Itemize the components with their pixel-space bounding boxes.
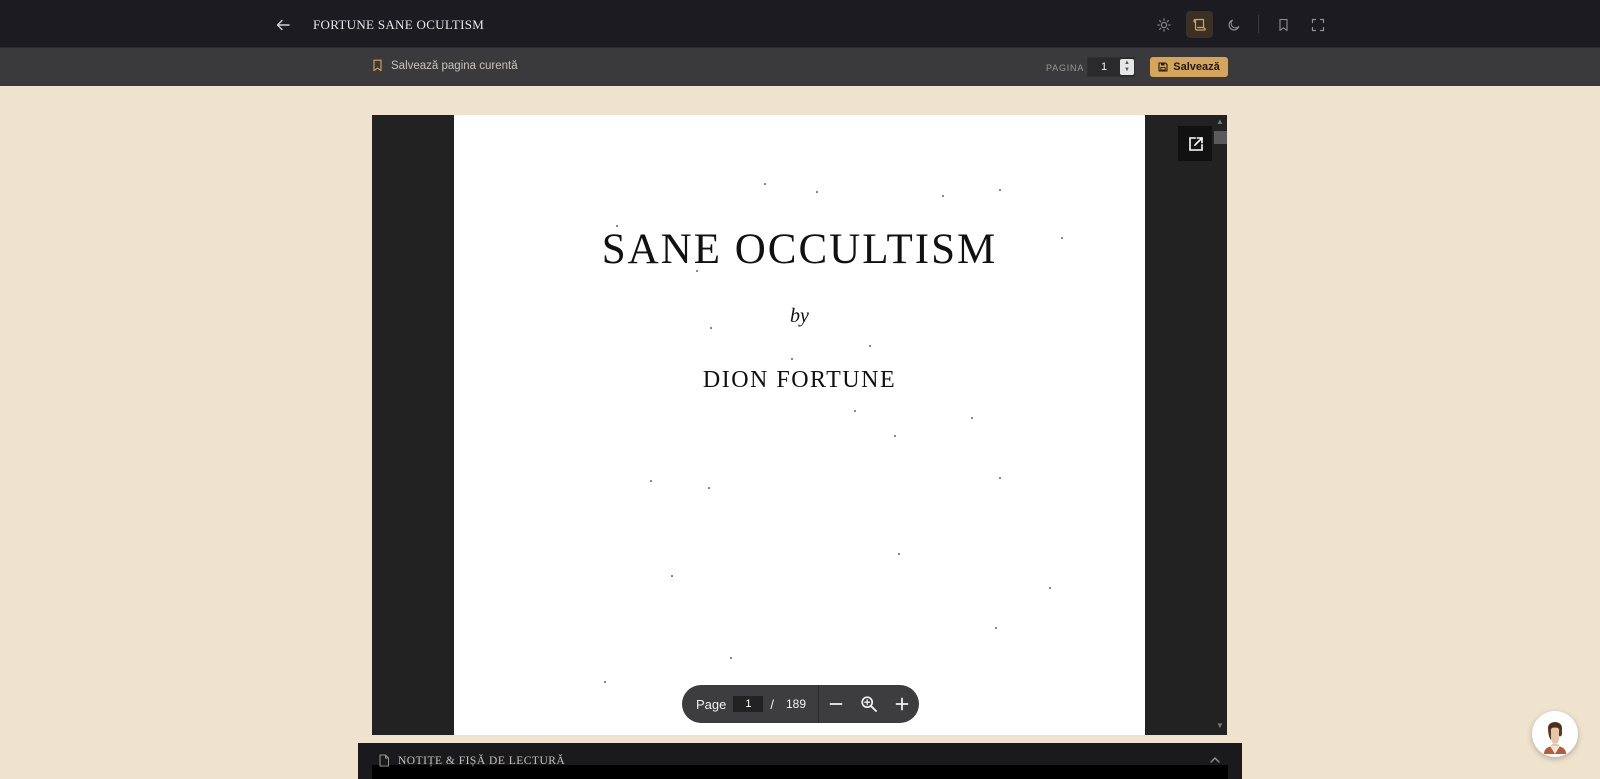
arrow-left-icon [276,19,290,31]
scan-speck [604,681,606,683]
scan-speck [894,435,896,437]
fullscreen-button[interactable] [1304,11,1331,38]
scroll-icon [1193,18,1206,31]
minus-icon [829,703,843,705]
zoom-in-button[interactable] [886,685,919,723]
external-link-icon [1188,136,1203,151]
zoom-out-button[interactable] [819,685,852,723]
top-bar: FORTUNE SANE OCULTISM [0,0,1600,48]
back-button[interactable] [272,14,294,36]
chevron-down-icon: ▼ [1124,67,1130,73]
fullscreen-icon [1311,18,1324,31]
assistant-avatar-button[interactable] [1532,711,1578,757]
page-number-input[interactable] [1088,58,1120,76]
avatar-portrait-icon [1544,722,1566,754]
scan-speck [898,553,900,555]
page-stepper[interactable]: ▲ ▼ [1120,59,1134,75]
zoom-fit-button[interactable] [852,685,885,723]
scan-speck [995,627,997,629]
scan-speck [730,657,732,659]
vertical-scrollbar[interactable]: ▲ ▼ [1212,115,1227,735]
page-number-field: ▲ ▼ [1087,57,1135,77]
bookmark-button[interactable] [1270,11,1297,38]
pdf-page-separator: / [770,696,774,712]
scan-speck [764,183,766,185]
open-in-new-window-button[interactable] [1178,126,1213,161]
toolbar-divider [1258,15,1259,33]
scan-speck [708,487,710,489]
chevron-up-icon[interactable] [1209,755,1221,765]
scan-speck [942,195,944,197]
notes-title: NOTIȚE & FIȘĂ DE LECTURĂ [398,754,566,767]
dark-theme-button[interactable] [1220,11,1247,38]
sun-icon [1156,17,1171,32]
save-button[interactable]: Salvează [1150,57,1228,77]
scan-speck [1061,237,1063,239]
save-current-page-button[interactable]: Salvează pagina curentă [372,59,518,72]
scan-speck [1049,587,1051,589]
scan-speck [671,575,673,577]
plus-icon [895,697,909,711]
scan-speck [710,327,712,329]
scroll-up-arrow-icon[interactable]: ▲ [1216,117,1224,126]
notes-panel: NOTIȚE & FIȘĂ DE LECTURĂ [358,743,1242,779]
scan-speck [650,480,652,482]
zoom-icon [861,696,877,712]
scan-speck [869,345,871,347]
scan-speck [971,417,973,419]
document-icon [379,754,389,767]
scan-speck [999,477,1001,479]
app-title: FORTUNE SANE OCULTISM [313,17,485,32]
pdf-viewer: SANE OCCULTISM by DION FORTUNE ▲ ▼ Page … [372,115,1227,735]
page-label: PAGINA [1046,63,1085,73]
scrollbar-thumb[interactable] [1214,131,1227,144]
pdf-toolbar: Page / 189 [682,685,919,723]
scan-speck [816,191,818,193]
scroll-down-arrow-icon[interactable]: ▼ [1216,721,1224,730]
moon-icon [1228,19,1239,30]
scan-speck [791,358,793,360]
pdf-page-label: Page [696,696,727,712]
save-button-label: Salvează [1173,61,1220,73]
bookmark-icon [373,59,382,72]
book-by: by [790,305,809,327]
scan-speck [616,225,618,227]
pdf-total-pages: 189 [786,697,807,711]
book-title: SANE OCCULTISM [601,226,998,273]
bookmark-icon [1279,18,1288,31]
save-bar: Salvează pagina curentă PAGINA ▲ ▼ Salve… [0,48,1600,86]
pdf-page: SANE OCCULTISM by DION FORTUNE [454,115,1145,735]
light-theme-button[interactable] [1150,11,1177,38]
scan-speck [854,410,856,412]
notes-content-area [372,765,1228,779]
book-author: DION FORTUNE [702,367,897,393]
pdf-page-input[interactable] [733,696,764,712]
notes-toggle[interactable]: NOTIȚE & FIȘĂ DE LECTURĂ [378,754,565,767]
scan-speck [696,270,698,272]
sepia-theme-button[interactable] [1186,11,1213,38]
chevron-up-icon: ▲ [1124,60,1130,66]
save-current-label: Salvează pagina curentă [391,59,518,72]
scan-speck [999,189,1001,191]
save-icon [1158,62,1168,72]
